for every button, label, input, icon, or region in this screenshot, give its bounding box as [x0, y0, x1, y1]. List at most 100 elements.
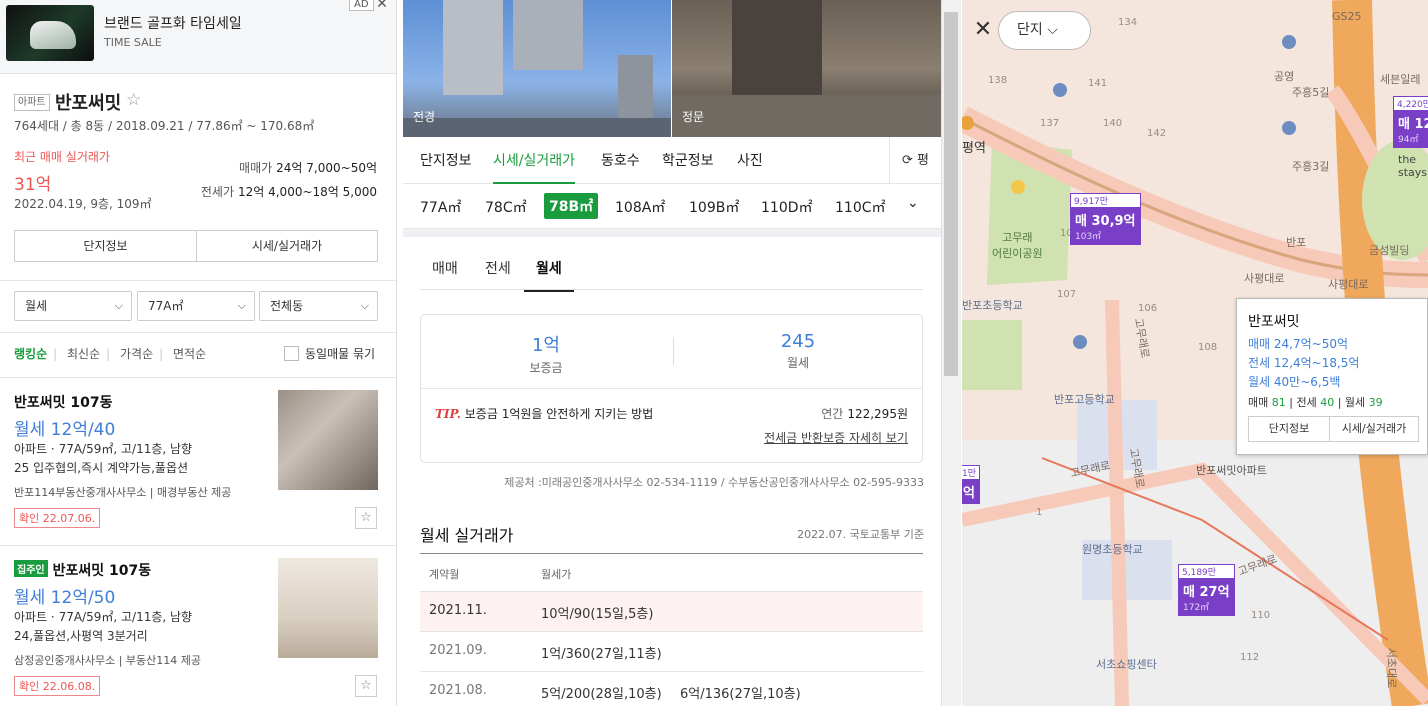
- listing-description: 25 입주협의,즉시 계약가능,풀옵션: [14, 461, 189, 475]
- tab-school[interactable]: 학군정보: [662, 150, 714, 170]
- pin-area: 103㎡: [1075, 232, 1102, 242]
- area-option-selected[interactable]: 78B㎡: [544, 193, 599, 219]
- popup-price-button[interactable]: 시세/실거래가: [1329, 416, 1419, 442]
- listing-price: 월세 12억/50: [14, 588, 116, 608]
- photo-gate[interactable]: 정문: [672, 0, 941, 137]
- ad-title[interactable]: 브랜드 골프화 타임세일: [104, 13, 242, 33]
- parking-icon[interactable]: [1282, 35, 1296, 49]
- popup-info-button[interactable]: 단지정보: [1248, 416, 1330, 442]
- pin-area: [962, 501, 980, 504]
- close-icon[interactable]: ✕: [968, 16, 998, 46]
- pin-area: 94㎡: [1398, 135, 1419, 145]
- ad-subtitle: TIME SALE: [104, 36, 162, 49]
- tab-sale[interactable]: 매매: [432, 258, 458, 278]
- area-option[interactable]: 110D㎡: [761, 197, 813, 217]
- price-pin[interactable]: 5,189만 매 27억 172㎡: [1178, 564, 1235, 616]
- table-row: 2021.09. 1억/360(27일,11층): [420, 632, 923, 672]
- area-option[interactable]: 78C㎡: [485, 197, 527, 217]
- trade-type-select[interactable]: 월세 ⌵: [14, 291, 132, 321]
- listing-title[interactable]: 반포써밋 107동: [53, 563, 152, 579]
- block-number: 1: [1036, 507, 1043, 518]
- listing-card[interactable]: 집주인 반포써밋 107동 월세 12억/50 아파트 · 77A/59㎡, 고/…: [0, 546, 396, 706]
- area-option[interactable]: 110C㎡: [835, 197, 886, 217]
- price-pin[interactable]: 9,917만 매 30,9억 103㎡: [1070, 193, 1141, 245]
- block-number: 141: [1088, 78, 1108, 89]
- ad-image[interactable]: [6, 5, 94, 61]
- parking-icon[interactable]: [1282, 121, 1296, 135]
- listing-card[interactable]: 반포써밋 107동 월세 12억/40 아파트 · 77A/59㎡, 고/11층…: [0, 378, 396, 546]
- photo-exterior[interactable]: 전경: [403, 0, 671, 137]
- subway-exit-icon[interactable]: [1011, 180, 1025, 194]
- trade-type-tabs: 매매 전세 월세: [420, 250, 923, 292]
- tab-price[interactable]: 시세/실거래가: [493, 150, 575, 184]
- price-info-button[interactable]: 시세/실거래가: [196, 230, 378, 262]
- dong-select[interactable]: 전체동 ⌵: [259, 291, 378, 321]
- block-number: 134: [1118, 17, 1138, 28]
- table-row: 2021.08. 5억/200(28일,10층) 6억/136(27일,10층): [420, 672, 923, 706]
- area-selector: 77A㎡ 78C㎡ 78B㎡ 108A㎡ 109B㎡ 110D㎡ 110C㎡ ⌄: [403, 185, 941, 229]
- listing-title[interactable]: 반포써밋 107동: [14, 392, 113, 412]
- chevron-down-icon[interactable]: ⌄: [907, 195, 919, 211]
- group-listings-checkbox[interactable]: 동일매물 묶기: [284, 345, 375, 362]
- section-gap: [403, 229, 941, 237]
- separator: |: [106, 347, 111, 361]
- tab-photos[interactable]: 사진: [737, 150, 763, 170]
- price-pin[interactable]: 1만 억: [962, 465, 981, 504]
- map-label: GS25: [1332, 10, 1362, 23]
- listing-photo[interactable]: [278, 558, 378, 658]
- parking-icon[interactable]: [1053, 83, 1067, 97]
- owner-badge: 집주인: [14, 560, 48, 577]
- area-option[interactable]: 109B㎡: [689, 197, 739, 217]
- count-rent: 39: [1368, 396, 1383, 409]
- area-option[interactable]: 108A㎡: [615, 197, 665, 217]
- checkbox-icon[interactable]: [284, 346, 299, 361]
- pin-unit-price: 5,189만: [1178, 564, 1235, 579]
- separator: |: [53, 347, 58, 361]
- favorite-star-icon[interactable]: ☆: [355, 675, 377, 697]
- pin-price: 매 12억: [1398, 117, 1428, 132]
- guarantee-link[interactable]: 전세금 반환보증 자세히 보기: [764, 429, 908, 446]
- listing-description: 24,풀옵션,사평역 3분거리: [14, 629, 148, 643]
- area-option[interactable]: 77A㎡: [420, 197, 461, 217]
- popup-sale: 매매 24,7억~50억: [1248, 337, 1349, 351]
- pin-area: 172㎡: [1183, 603, 1210, 613]
- pin-unit-price: 9,917만: [1070, 193, 1141, 208]
- map-filter-value: 단지: [1017, 22, 1043, 38]
- divider: [0, 332, 396, 333]
- complex-info-button[interactable]: 단지정보: [14, 230, 197, 262]
- map-label: the staysimp: [1398, 153, 1428, 179]
- detail-tabs: 단지정보 시세/실거래가 동호수 학군정보 사진 ⟳ 평: [403, 137, 941, 184]
- listing-agent: 삼정공인중개사사무소 | 부동산114 제공: [14, 654, 201, 667]
- area-select[interactable]: 77A㎡ ⌵: [137, 291, 255, 321]
- star-icon[interactable]: ☆: [126, 90, 141, 110]
- count-sale: 81: [1271, 396, 1286, 409]
- sort-ranking[interactable]: 랭킹순: [14, 347, 47, 361]
- map-label-road: 사평대로: [1328, 278, 1369, 291]
- group-listings-label: 동일매물 묶기: [305, 347, 376, 361]
- scrollbar-thumb[interactable]: [944, 12, 958, 376]
- price-pin[interactable]: 4,220만 매 12억 94㎡: [1393, 96, 1428, 148]
- parking-icon[interactable]: [1073, 335, 1087, 349]
- ad-banner[interactable]: 브랜드 골프화 타임세일 TIME SALE AD ✕: [0, 0, 396, 74]
- pin-price: 억: [963, 486, 975, 501]
- listing-photo[interactable]: [278, 390, 378, 490]
- favorite-star-icon[interactable]: ☆: [355, 507, 377, 529]
- close-icon[interactable]: ✕: [372, 0, 392, 12]
- yearly-key: 연간: [821, 407, 844, 421]
- sort-area[interactable]: 면적순: [173, 347, 206, 361]
- tab-jeonse[interactable]: 전세: [485, 258, 511, 278]
- unit-toggle-button[interactable]: ⟳ 평: [889, 137, 941, 184]
- tab-units[interactable]: 동호수: [601, 150, 640, 170]
- complex-popup[interactable]: 반포써밋 매매 24,7억~50억 전세 12,4억~18,5억 월세 40만~…: [1236, 298, 1428, 455]
- count-sale-key: 매매: [1248, 396, 1269, 409]
- sort-price[interactable]: 가격순: [120, 347, 153, 361]
- tab-complex-info[interactable]: 단지정보: [420, 150, 472, 170]
- map-label-road: 서초대로: [1385, 647, 1399, 689]
- count-jeonse: 40: [1320, 396, 1335, 409]
- listing-title-row[interactable]: 집주인 반포써밋 107동: [14, 560, 151, 580]
- sort-latest[interactable]: 최신순: [67, 347, 100, 361]
- verified-badge: 확인 22.07.06.: [14, 508, 101, 528]
- map-filter-select[interactable]: 단지 ⌵: [998, 11, 1091, 50]
- trade-type-value: 월세: [25, 299, 48, 313]
- tab-monthly-rent[interactable]: 월세: [524, 258, 574, 292]
